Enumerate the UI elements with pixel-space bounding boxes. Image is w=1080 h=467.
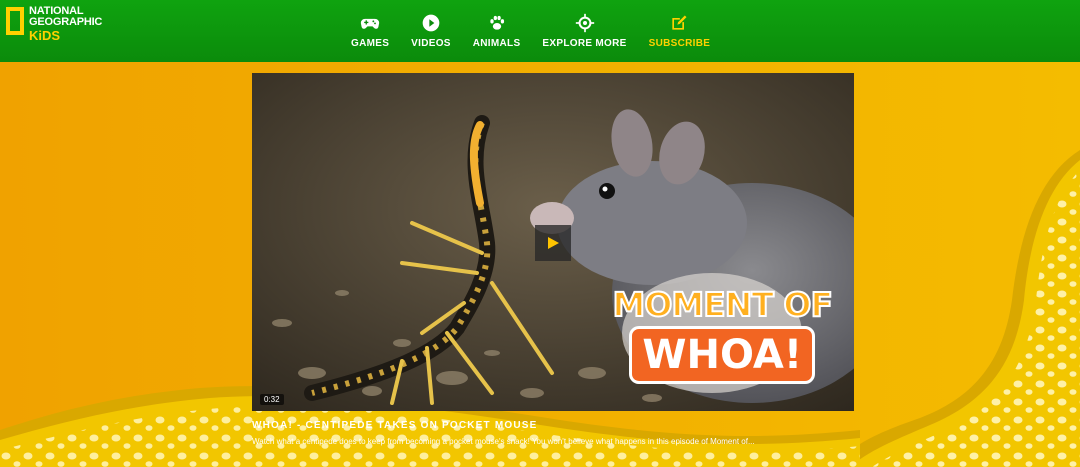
play-icon <box>548 237 559 249</box>
nav-label-games: GAMES <box>351 38 390 49</box>
nav-label-explore-more: EXPLORE MORE <box>542 38 627 49</box>
overlay-bottom-text: WHOA! <box>629 326 816 384</box>
logo-line-3: KiDS <box>29 28 61 43</box>
play-circle-icon <box>422 14 440 32</box>
natgeo-kids-logo[interactable]: NATIONAL GEOGRAPHIC KiDS <box>6 6 102 42</box>
logo-line-2: GEOGRAPHIC <box>29 16 103 28</box>
nav-item-explore-more[interactable]: EXPLORE MORE <box>531 0 637 62</box>
nav-item-subscribe[interactable]: SUBSCRIBE <box>638 0 722 62</box>
crosshair-icon <box>575 13 594 33</box>
edit-icon <box>672 15 687 30</box>
nav-item-videos[interactable]: VIDEOS <box>400 0 462 62</box>
video-duration: 0:32 <box>260 394 284 405</box>
gamepad-icon <box>360 18 380 29</box>
nav-label-videos: VIDEOS <box>411 38 451 49</box>
yellow-border-icon <box>6 7 24 35</box>
video-title[interactable]: WHOA! - CENTIPEDE TAKES ON POCKET MOUSE <box>252 420 538 431</box>
video-description: Watch what a centipede does to keep from… <box>252 437 755 446</box>
nav-label-animals: ANIMALS <box>472 38 521 49</box>
nav-item-games[interactable]: GAMES <box>340 0 400 62</box>
play-button[interactable] <box>535 225 571 261</box>
paw-icon <box>489 15 504 30</box>
moment-of-whoa-overlay: MOMENT OF WHOA! <box>612 285 834 384</box>
nav-item-animals[interactable]: ANIMALS <box>462 0 532 62</box>
main-nav: GAMES VIDEOS ANIMALS EXPLORE MORE SUBSCR… <box>340 0 721 62</box>
site-header: NATIONAL GEOGRAPHIC KiDS GAMES VIDEOS AN… <box>0 0 1080 62</box>
overlay-top-text: MOMENT OF <box>612 285 834 324</box>
nav-label-subscribe: SUBSCRIBE <box>648 38 711 49</box>
featured-video[interactable]: MOMENT OF WHOA! 0:32 <box>252 73 854 411</box>
